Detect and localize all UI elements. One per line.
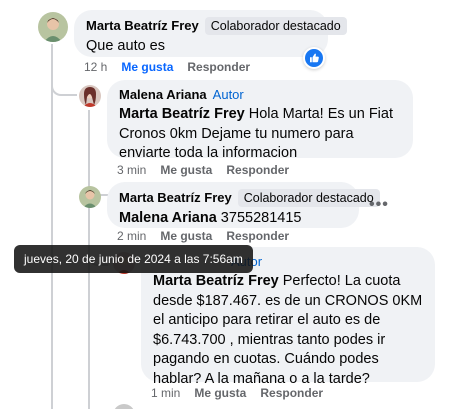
comment-actions: 12 h Me gusta Responder	[84, 60, 250, 74]
comment-body: 3755281415	[216, 210, 302, 226]
timestamp[interactable]: 3 min	[117, 163, 146, 177]
author-badge: Autor	[212, 87, 244, 102]
timestamp[interactable]: 12 h	[84, 60, 107, 74]
reply-button[interactable]: Responder	[226, 163, 289, 177]
author-name[interactable]: Malena Ariana	[119, 87, 207, 103]
reply-button[interactable]: Responder	[187, 60, 250, 74]
comment-text: Malena Ariana 3755281415	[119, 209, 347, 229]
mention-link[interactable]: Malena Ariana	[119, 210, 217, 226]
thread-line-main	[51, 44, 53, 409]
like-button[interactable]: Me gusta	[160, 163, 212, 177]
timestamp[interactable]: 1 min	[151, 386, 180, 400]
comment-bubble: Marta Beatríz Frey Colaborador destacado…	[107, 182, 380, 229]
top-contributor-badge: Colaborador destacado	[204, 17, 347, 35]
like-button[interactable]: Me gusta	[121, 60, 173, 74]
author-name[interactable]: Marta Beatríz Frey	[86, 18, 199, 34]
comment-actions: 3 min Me gusta Responder	[117, 163, 289, 177]
more-options-icon[interactable]: •••	[369, 196, 389, 214]
avatar[interactable]	[79, 85, 101, 107]
comment-actions: 2 min Me gusta Responder	[117, 229, 289, 243]
like-button[interactable]: Me gusta	[194, 386, 246, 400]
reply-button[interactable]: Responder	[260, 386, 323, 400]
avatar[interactable]	[79, 186, 101, 208]
author-name[interactable]: Marta Beatríz Frey	[119, 190, 232, 206]
like-button[interactable]: Me gusta	[160, 229, 212, 243]
mention-link[interactable]: Marta Beatríz Frey	[119, 106, 245, 122]
mention-link[interactable]: Marta Beatríz Frey	[153, 273, 279, 289]
comment-text: Marta Beatríz Frey Perfecto! La cuota de…	[153, 272, 423, 389]
comment-actions: 1 min Me gusta Responder	[151, 386, 323, 400]
avatar[interactable]	[113, 404, 135, 409]
timestamp-tooltip: jueves, 20 de junio de 2024 a las 7:56am	[14, 245, 253, 273]
comment-bubble: Malena Ariana Autor Marta Beatríz Frey H…	[107, 80, 413, 161]
thread-curve-reply1	[51, 78, 77, 96]
like-reaction-icon[interactable]	[303, 47, 325, 69]
comment-body: Perfecto! La cuota desde $187.467. es de…	[153, 273, 423, 387]
avatar[interactable]	[38, 12, 68, 42]
top-contributor-badge: Colaborador destacado	[237, 189, 380, 207]
reply-button[interactable]: Responder	[226, 229, 289, 243]
timestamp[interactable]: 2 min	[117, 229, 146, 243]
comment-text: Que auto es	[86, 38, 165, 54]
comment-bubble: Marta Beatríz Frey Colaborador destacado…	[74, 10, 347, 57]
comment-text: Marta Beatríz Frey Hola Marta! Es un Fia…	[119, 105, 401, 164]
